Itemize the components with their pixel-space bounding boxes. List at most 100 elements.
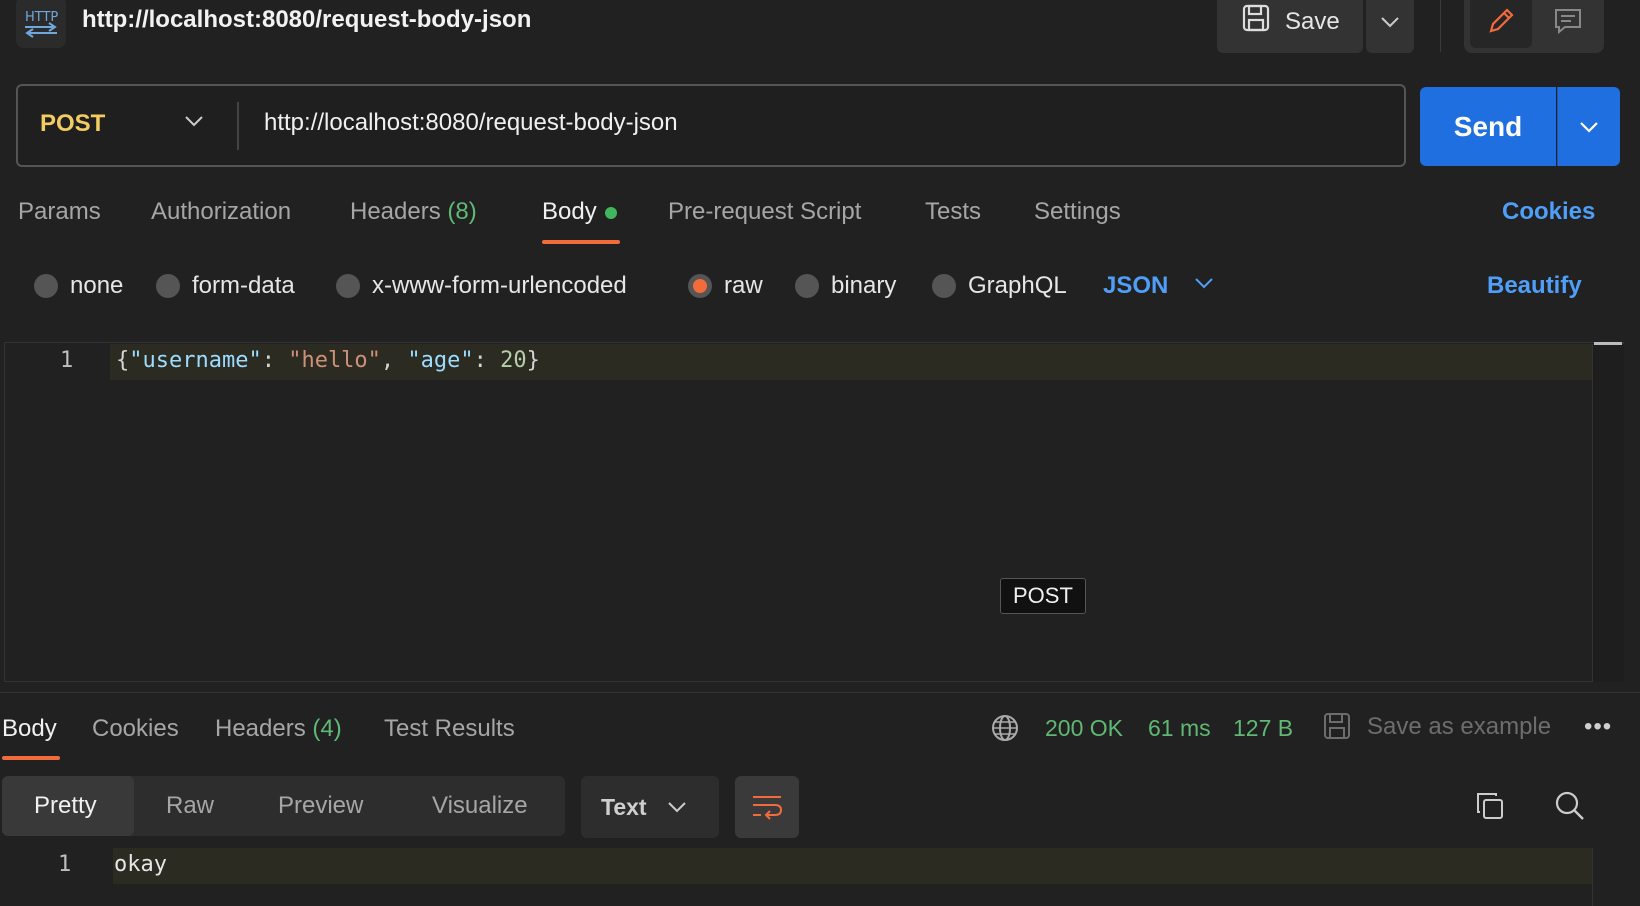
body-editor[interactable] <box>4 342 1624 682</box>
radio-binary-label: binary <box>831 272 897 299</box>
response-format-select[interactable]: Text <box>581 776 719 838</box>
response-tab-body[interactable]: Body <box>2 715 57 743</box>
radio-circle <box>34 274 58 298</box>
radio-none-label: none <box>70 272 124 299</box>
tab-body[interactable]: Body <box>542 198 617 226</box>
edit-button[interactable] <box>1470 0 1532 48</box>
response-tab-headers-label: Headers <box>215 715 306 742</box>
editor-scrollbar[interactable] <box>1592 344 1624 682</box>
response-active-tab-indicator <box>2 756 60 760</box>
tab-params[interactable]: Params <box>18 198 101 226</box>
radio-form-data[interactable]: form-data <box>156 272 295 300</box>
beautify-link[interactable]: Beautify <box>1487 272 1582 300</box>
brace: } <box>526 348 540 373</box>
tab-settings[interactable]: Settings <box>1034 198 1121 226</box>
pencil-icon <box>1489 8 1514 33</box>
tab-headers-label: Headers <box>350 198 441 225</box>
more-options-icon[interactable]: ••• <box>1584 713 1612 741</box>
word-wrap-button[interactable] <box>735 776 799 838</box>
method-select[interactable]: POST <box>40 110 105 138</box>
response-divider[interactable] <box>0 692 1640 693</box>
response-tab-headers-count: (4) <box>312 715 342 742</box>
json-comma: , <box>380 348 408 373</box>
radio-circle <box>795 274 819 298</box>
line-number: 1 <box>60 348 74 373</box>
tab-headers-count: (8) <box>447 198 477 225</box>
radio-graphql[interactable]: GraphQL <box>932 272 1067 300</box>
save-icon <box>1241 3 1271 40</box>
globe-icon[interactable] <box>990 713 1020 743</box>
send-dropdown-button[interactable] <box>1557 87 1620 166</box>
chevron-down-icon <box>1381 16 1399 27</box>
tab-tests[interactable]: Tests <box>925 198 981 226</box>
response-format-label: Text <box>601 793 647 820</box>
toolbar-divider <box>1440 0 1441 52</box>
json-key: "username" <box>129 348 262 373</box>
radio-urlencoded[interactable]: x-www-form-urlencoded <box>336 272 627 300</box>
chevron-down-icon <box>667 802 686 813</box>
url-bar <box>16 84 1406 167</box>
view-raw[interactable]: Raw <box>166 792 214 820</box>
save-button[interactable]: Save <box>1217 0 1363 53</box>
radio-circle <box>932 274 956 298</box>
response-scrollbar[interactable] <box>1592 848 1624 906</box>
save-icon <box>1324 713 1350 739</box>
search-icon[interactable] <box>1554 790 1586 822</box>
response-tab-headers[interactable]: Headers (4) <box>215 715 342 743</box>
chevron-down-icon <box>1580 121 1598 133</box>
save-label: Save <box>1285 7 1340 35</box>
radio-raw-label: raw <box>724 272 763 299</box>
response-tab-test-results[interactable]: Test Results <box>384 715 515 743</box>
comment-icon <box>1555 9 1581 35</box>
brace: { <box>116 348 130 373</box>
radio-circle <box>156 274 180 298</box>
status-code[interactable]: 200 OK <box>1045 715 1123 742</box>
response-time[interactable]: 61 ms <box>1148 715 1211 742</box>
json-string: "hello" <box>288 348 381 373</box>
copy-icon[interactable] <box>1474 790 1506 822</box>
radio-binary[interactable]: binary <box>795 272 896 300</box>
cookies-link[interactable]: Cookies <box>1502 198 1595 226</box>
chevron-down-icon[interactable] <box>1193 276 1215 290</box>
tab-headers[interactable]: Headers (8) <box>350 198 477 226</box>
url-input[interactable]: http://localhost:8080/request-body-json <box>264 109 678 137</box>
save-dropdown-button[interactable] <box>1366 0 1414 53</box>
json-colon: : <box>473 348 501 373</box>
view-preview[interactable]: Preview <box>278 792 363 820</box>
tab-body-label: Body <box>542 198 597 225</box>
json-number: 20 <box>500 348 527 373</box>
response-line-number: 1 <box>58 852 72 877</box>
body-modified-dot <box>604 206 617 219</box>
view-visualize[interactable]: Visualize <box>432 792 528 820</box>
response-active-line <box>113 848 1593 884</box>
tab-authorization[interactable]: Authorization <box>151 198 291 226</box>
active-tab-indicator <box>542 240 620 244</box>
radio-form-data-label: form-data <box>192 272 295 299</box>
response-size[interactable]: 127 B <box>1233 715 1293 742</box>
response-body-text[interactable]: okay <box>114 852 167 877</box>
radio-graphql-label: GraphQL <box>968 272 1067 299</box>
send-button[interactable]: Send <box>1420 87 1556 166</box>
radio-raw[interactable]: raw <box>688 272 763 300</box>
tab-pre-request-script[interactable]: Pre-request Script <box>668 198 861 226</box>
svg-text:HTTP: HTTP <box>25 10 58 25</box>
response-tab-cookies[interactable]: Cookies <box>92 715 179 743</box>
radio-circle-selected <box>688 274 712 298</box>
json-key: "age" <box>407 348 474 373</box>
method-tooltip: POST <box>1000 578 1086 614</box>
radio-none[interactable]: none <box>34 272 123 300</box>
request-title[interactable]: http://localhost:8080/request-body-json <box>82 6 531 34</box>
wrap-lines-icon <box>753 796 783 820</box>
view-pretty[interactable]: Pretty <box>34 792 97 820</box>
code-line[interactable]: {"username": "hello", "age": 20} <box>116 348 540 373</box>
json-colon: : <box>261 348 289 373</box>
save-as-example-button[interactable]: Save as example <box>1367 713 1551 741</box>
radio-urlencoded-label: x-www-form-urlencoded <box>372 272 627 299</box>
url-divider <box>237 102 239 150</box>
http-request-icon: HTTP <box>16 0 66 48</box>
editor-scroll-thumb[interactable] <box>1594 342 1622 345</box>
radio-circle <box>336 274 360 298</box>
body-format-select[interactable]: JSON <box>1103 272 1168 300</box>
chevron-down-icon[interactable] <box>183 114 205 128</box>
comments-button[interactable] <box>1538 0 1598 48</box>
